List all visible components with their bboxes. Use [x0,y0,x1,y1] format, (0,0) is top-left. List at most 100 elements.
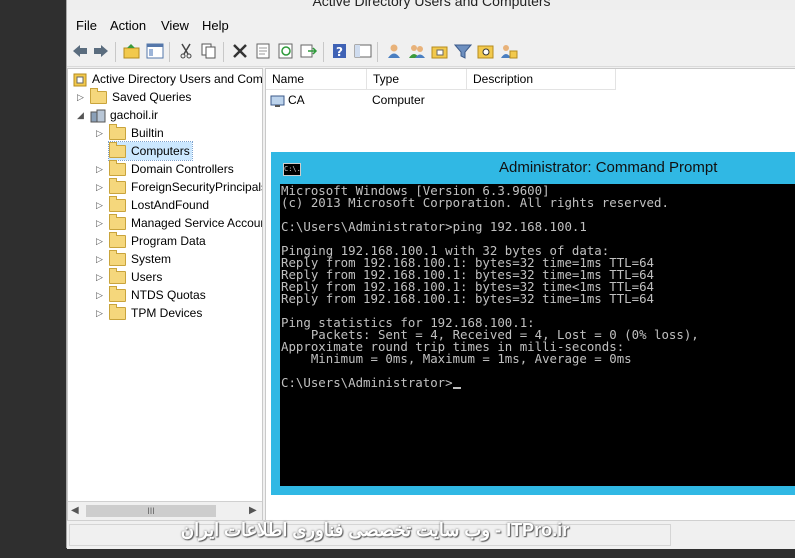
ou-icon[interactable] [430,41,450,61]
expand-icon[interactable]: ▷ [96,290,104,300]
collapse-icon[interactable]: ◢ [77,110,85,120]
menu-help[interactable]: Help [202,18,229,33]
forward-icon[interactable] [91,41,111,61]
tree-item-program-data[interactable]: Program Data [109,232,206,250]
list-item-name: CA [288,93,305,107]
console-icon[interactable] [353,41,373,61]
column-header-type[interactable]: Type [367,69,467,90]
expand-icon[interactable]: ▷ [96,236,104,246]
folder-icon [109,232,126,249]
cmd-titlebar[interactable]: C:\. Administrator: Command Prompt [271,152,795,184]
menu-view[interactable]: View [161,18,189,33]
window-title: Active Directory Users and Computers [67,0,795,10]
expand-icon[interactable]: ▷ [96,200,104,210]
folder-icon [109,142,126,159]
tree-item-label: LostAndFound [131,198,210,212]
command-prompt-window: C:\. Administrator: Command Prompt Micro… [271,152,795,495]
console-line: Minimum = 0ms, Maximum = 1ms, Average = … [281,351,632,366]
tree-item-system[interactable]: System [109,250,171,268]
export-icon[interactable] [299,41,319,61]
expand-icon[interactable]: ▷ [96,272,104,282]
column-header-name[interactable]: Name [266,69,367,90]
tree-horizontal-scrollbar[interactable]: ◀ III ▶ [68,501,262,520]
tree-item-saved-queries[interactable]: Saved Queries [90,88,191,106]
scroll-left-icon[interactable]: ◀ [71,505,79,516]
tree-root[interactable]: Active Directory Users and Com [72,70,263,88]
list-item[interactable]: CA [270,91,305,109]
tree-item-builtin[interactable]: Builtin [109,124,164,142]
expand-icon[interactable]: ▷ [96,164,104,174]
tree-item-label: Domain Controllers [131,162,234,176]
tree-item-domain-controllers[interactable]: Domain Controllers [109,160,234,178]
expand-icon[interactable]: ▷ [96,308,104,318]
menu-file[interactable]: File [76,18,97,33]
folder-icon [109,268,126,285]
tree-item-label: Managed Service Accour [131,216,263,230]
tree-item-label: Users [131,270,163,284]
back-icon[interactable] [70,41,90,61]
console-tree: Active Directory Users and Com ▷ Saved Q… [67,68,263,522]
tree-item-label: gachoil.ir [110,108,159,122]
tree-item-label: Program Data [131,234,206,248]
domain-icon [90,109,106,123]
expand-icon[interactable]: ▷ [96,254,104,264]
console-prompt: C:\Users\Administrator> [281,375,453,390]
tree-item-domain[interactable]: gachoil.ir [90,106,158,124]
folder-icon [109,304,126,321]
find-icon[interactable] [476,41,496,61]
console-line: C:\Users\Administrator>ping 192.168.100.… [281,219,587,234]
folder-icon [109,214,126,231]
tree-item-label: Builtin [131,126,164,140]
tree-root-label: Active Directory Users and Com [92,72,263,86]
tree-item-label: NTDS Quotas [131,288,206,302]
delete-icon[interactable] [230,41,250,61]
tree-item-label: Saved Queries [112,90,192,104]
group-icon[interactable] [407,41,427,61]
tree-item-foreign-security-principals[interactable]: ForeignSecurityPrincipals [109,178,263,196]
refresh-icon[interactable] [276,41,296,61]
show-tree-icon[interactable] [145,41,165,61]
folder-icon [109,160,126,177]
list-item-type: Computer [372,93,425,107]
cmd-console[interactable]: Microsoft Windows [Version 6.3.9600] (c)… [280,184,795,486]
user-icon[interactable] [384,41,404,61]
tree-item-users[interactable]: Users [109,268,162,286]
computer-icon [270,95,285,107]
console-prompt-line[interactable]: C:\Users\Administrator> [281,375,461,390]
folder-icon [90,88,107,105]
desktop-background [0,0,66,558]
filter-icon[interactable] [453,41,473,61]
folder-icon [109,250,126,267]
aduc-icon [73,73,87,87]
expand-icon[interactable]: ▷ [96,182,104,192]
tree-item-label: TPM Devices [131,306,203,320]
tree-item-computers[interactable]: Computers [108,141,193,161]
properties-icon[interactable] [253,41,273,61]
up-folder-icon[interactable] [122,41,142,61]
cmd-title: Administrator: Command Prompt [499,159,718,176]
scrollbar-thumb[interactable]: III [86,505,216,517]
tree-item-label: ForeignSecurityPrincipals [131,180,263,194]
tree-item-label: System [131,252,172,266]
menu-action[interactable]: Action [110,18,146,33]
desktop-background-bottom [0,548,795,558]
tree-item-lost-and-found[interactable]: LostAndFound [109,196,209,214]
expand-icon[interactable]: ▷ [96,128,104,138]
expand-icon[interactable]: ▷ [77,92,85,102]
svg-text:?: ? [336,45,343,59]
cmd-icon: C:\. [283,163,301,176]
tree-item-managed-service-accounts[interactable]: Managed Service Accour [109,214,263,232]
tree-item-ntds-quotas[interactable]: NTDS Quotas [109,286,206,304]
move-icon[interactable] [499,41,519,61]
watermark: ITPro.ir - وب سایت تخصصی فناوری اطلاعات … [180,520,570,540]
toolbar: ? [67,38,795,67]
tree-item-tpm-devices[interactable]: TPM Devices [109,304,202,322]
expand-icon[interactable]: ▷ [96,218,104,228]
scroll-right-icon[interactable]: ▶ [249,505,257,516]
column-header-description[interactable]: Description [467,69,616,90]
cut-icon[interactable] [176,41,196,61]
copy-icon[interactable] [199,41,219,61]
help-icon[interactable]: ? [330,41,350,61]
console-line: (c) 2013 Microsoft Corporation. All righ… [281,195,669,210]
menu-bar: File Action View Help [67,16,795,38]
